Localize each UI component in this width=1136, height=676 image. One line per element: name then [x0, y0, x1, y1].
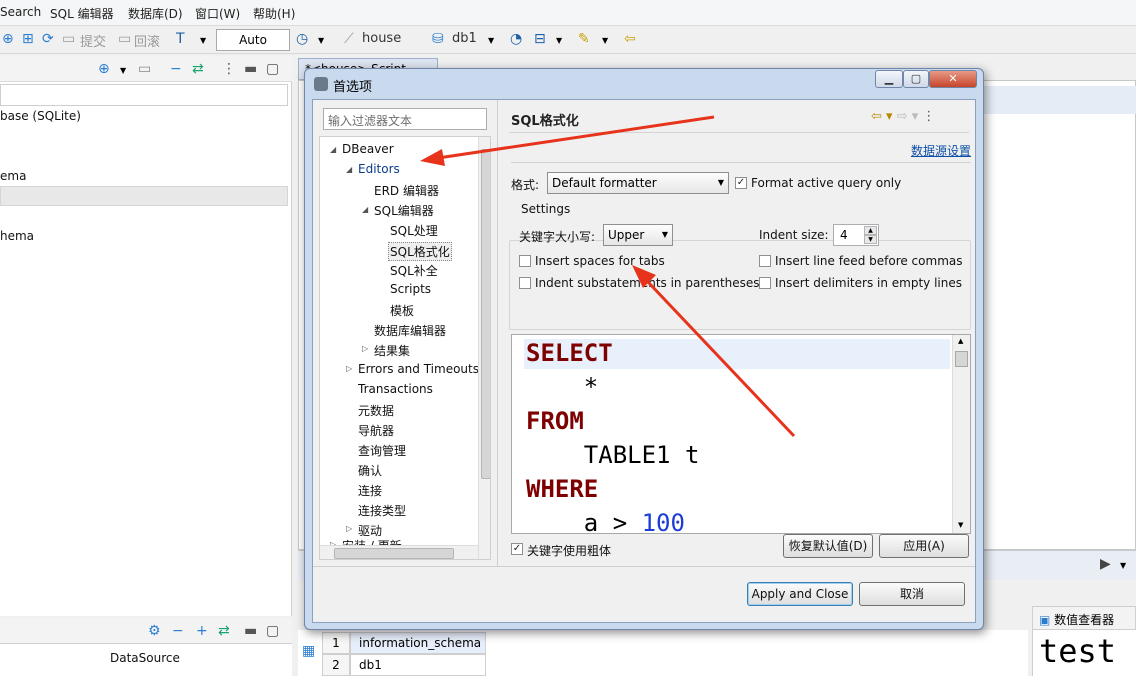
- annotation-arrows: [420, 115, 796, 438]
- arrow-to-editors: [420, 115, 715, 166]
- arrow-to-options: [632, 265, 796, 438]
